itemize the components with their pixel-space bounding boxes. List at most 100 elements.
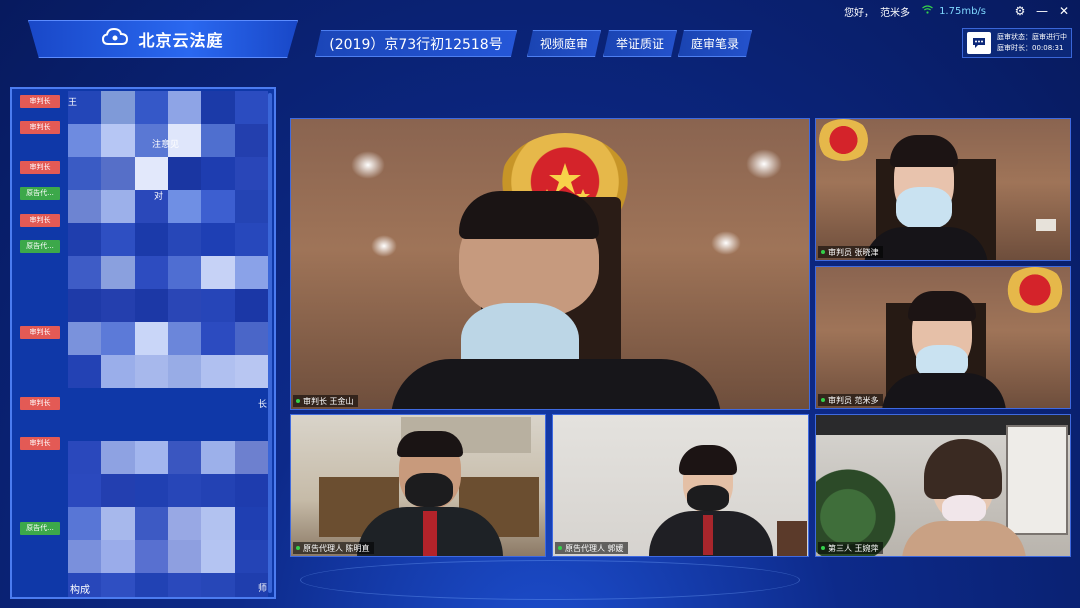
list-scrollbar[interactable] bbox=[268, 93, 272, 593]
video-label-text: 第三人 王婉萍 bbox=[828, 543, 879, 553]
online-dot bbox=[296, 399, 300, 403]
video-label-text: 审判员 张晓津 bbox=[828, 247, 879, 257]
list-item[interactable]: 审判长 bbox=[20, 160, 60, 174]
person-hair bbox=[924, 439, 1002, 499]
video-label: 第三人 王婉萍 bbox=[818, 542, 883, 554]
necktie bbox=[423, 511, 437, 556]
brand-title: 北京云法庭 bbox=[138, 31, 224, 50]
mosaic-block-bottom bbox=[68, 441, 268, 597]
video-label: 审判长 王金山 bbox=[293, 395, 358, 407]
online-dot bbox=[296, 546, 300, 550]
face-mask bbox=[405, 473, 453, 507]
person-hair bbox=[890, 135, 958, 167]
national-emblem-icon bbox=[816, 119, 871, 161]
participant-list: 审判长 王 审判长 审判长 原告代... 审判长 原告代... 审判长 审判长 … bbox=[10, 87, 276, 599]
cloud-icon bbox=[102, 27, 129, 50]
list-item[interactable]: 审判长 bbox=[20, 396, 60, 410]
video-label: 审判员 范米多 bbox=[818, 394, 883, 406]
video-label-text: 原告代理人 郭媛 bbox=[565, 543, 624, 553]
role-tag: 审判长 bbox=[20, 325, 60, 339]
trial-duration: 庭审时长：00:08:31 bbox=[997, 44, 1064, 52]
video-label: 审判员 张晓津 bbox=[818, 246, 883, 258]
online-dot bbox=[821, 250, 825, 254]
brand-banner: 北京云法庭 bbox=[28, 20, 298, 58]
list-item[interactable]: 审判长 bbox=[20, 120, 60, 134]
list-item[interactable]: 审判长 bbox=[20, 325, 60, 339]
role-tag: 原告代... bbox=[20, 521, 60, 535]
face-mask bbox=[687, 485, 729, 511]
video-judge-fan[interactable]: 审判员 范米多 bbox=[815, 266, 1071, 409]
video-label-text: 审判员 范米多 bbox=[828, 395, 879, 405]
ceiling-light bbox=[746, 149, 782, 179]
tab-transcript[interactable]: 庭审笔录 bbox=[678, 30, 752, 57]
video-third-party-wang[interactable]: 第三人 王婉萍 bbox=[815, 414, 1071, 557]
role-tag: 原告代... bbox=[20, 186, 60, 200]
decorative-glow bbox=[300, 560, 800, 600]
ceiling-light bbox=[371, 235, 397, 257]
text-fragment: 对 bbox=[154, 192, 164, 202]
video-judge-zhang[interactable]: 审判员 张晓津 bbox=[815, 118, 1071, 261]
role-tag: 审判长 bbox=[20, 396, 60, 410]
role-tag: 审判长 bbox=[20, 94, 60, 108]
list-item[interactable]: 审判长 bbox=[20, 436, 60, 450]
necktie bbox=[703, 515, 713, 555]
chair bbox=[777, 521, 807, 556]
video-label-text: 审判长 王金山 bbox=[303, 396, 354, 406]
online-dot bbox=[558, 546, 562, 550]
case-number: (2019）京73行初12518号 bbox=[315, 30, 517, 57]
minimize-icon[interactable]: — bbox=[1034, 3, 1050, 19]
text-fragment: 注意见 bbox=[152, 140, 180, 150]
role-tag: 审判长 bbox=[20, 120, 60, 134]
person-hair bbox=[679, 445, 737, 475]
wall-switch bbox=[1036, 219, 1056, 231]
list-item[interactable]: 原告代... bbox=[20, 521, 60, 535]
close-icon[interactable]: ✕ bbox=[1056, 3, 1072, 19]
video-label-text: 原告代理人 陈明直 bbox=[303, 543, 370, 553]
ceiling-light bbox=[711, 231, 741, 255]
trial-state: 庭审状态：庭审进行中 bbox=[997, 33, 1067, 41]
greeting-text: 您好， bbox=[844, 7, 875, 19]
sweater bbox=[902, 521, 1026, 556]
video-label: 原告代理人 郭媛 bbox=[555, 542, 628, 554]
ceiling-light bbox=[351, 151, 385, 179]
participant-name: 王 bbox=[68, 97, 78, 108]
robe bbox=[882, 373, 1006, 408]
video-label: 原告代理人 陈明直 bbox=[293, 542, 374, 554]
text-fragment: 长 bbox=[258, 400, 268, 410]
judge-hair bbox=[459, 191, 599, 239]
online-dot bbox=[821, 398, 825, 402]
tab-evidence[interactable]: 举证质证 bbox=[603, 30, 677, 57]
text-fragment: 构成 bbox=[70, 585, 90, 596]
network-speed: 1.75mb/s bbox=[939, 5, 986, 17]
person-hair bbox=[908, 291, 976, 321]
chat-button[interactable] bbox=[967, 32, 991, 54]
user-name: 范米多 bbox=[880, 7, 911, 19]
whiteboard bbox=[1006, 425, 1068, 535]
status-lines: 庭审状态：庭审进行中 庭审时长：00:08:31 bbox=[997, 32, 1067, 54]
text-fragment: 师 bbox=[258, 584, 268, 594]
face-mask bbox=[942, 495, 986, 523]
online-dot bbox=[821, 546, 825, 550]
wifi-icon bbox=[922, 5, 933, 17]
face-mask bbox=[896, 187, 952, 229]
tab-video-trial[interactable]: 视频庭审 bbox=[527, 30, 601, 57]
national-emblem-icon bbox=[1004, 267, 1066, 313]
judge-robe bbox=[391, 359, 721, 409]
video-main-presiding-judge[interactable]: 审判长 王金山 bbox=[290, 118, 810, 410]
role-tag: 审判长 bbox=[20, 213, 60, 227]
role-tag: 原告代... bbox=[20, 239, 60, 253]
role-tag: 审判长 bbox=[20, 160, 60, 174]
chat-icon bbox=[972, 34, 986, 53]
list-item[interactable]: 原告代... bbox=[20, 186, 60, 200]
video-plaintiff-agent-chen[interactable]: 原告代理人 陈明直 bbox=[290, 414, 546, 557]
mosaic-block-top bbox=[68, 91, 268, 388]
role-tag: 审判长 bbox=[20, 436, 60, 450]
list-item[interactable]: 审判长 bbox=[20, 213, 60, 227]
gear-icon[interactable]: ⚙ bbox=[1012, 3, 1028, 19]
list-item[interactable]: 原告代... bbox=[20, 239, 60, 253]
video-plaintiff-agent-guo[interactable]: 原告代理人 郭媛 bbox=[552, 414, 809, 557]
person-hair bbox=[397, 431, 463, 457]
trial-status-box: 庭审状态：庭审进行中 庭审时长：00:08:31 bbox=[962, 28, 1072, 58]
top-bar: 北京云法庭 (2019）京73行初12518号 视频庭审 举证质证 庭审笔录 您… bbox=[0, 0, 1080, 70]
list-item[interactable]: 审判长 王 bbox=[20, 94, 77, 108]
